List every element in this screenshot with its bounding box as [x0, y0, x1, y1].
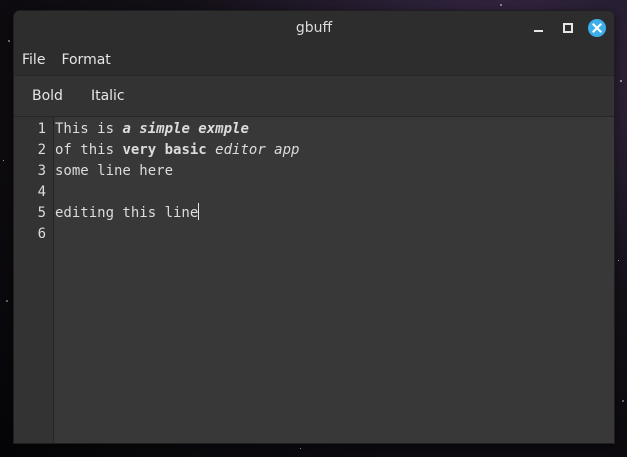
text-line[interactable]	[55, 182, 614, 203]
app-window: gbuff File Format Bold Italic 1 2 3 4 5 6 Thi…	[14, 11, 614, 443]
bold-button[interactable]: Bold	[24, 88, 71, 104]
text-run: some line here	[55, 163, 174, 179]
text-run: editor app	[215, 142, 300, 158]
text-cursor	[198, 203, 200, 220]
line-number: 1	[37, 121, 46, 137]
text-run: of this	[55, 142, 123, 158]
text-run: a simple exmple	[122, 121, 249, 137]
text-run: editing this line	[55, 205, 199, 221]
toolbar: Bold Italic	[14, 75, 614, 117]
line-number-gutter: 1 2 3 4 5 6	[14, 117, 54, 443]
minimize-icon[interactable]	[530, 19, 548, 37]
text-line[interactable]: some line here	[55, 161, 614, 182]
line-number: 4	[37, 184, 46, 200]
text-run: This is	[55, 121, 123, 137]
line-number: 2	[37, 142, 46, 158]
close-icon[interactable]	[588, 19, 606, 37]
maximize-icon[interactable]	[559, 19, 577, 37]
line-number: 6	[37, 226, 46, 242]
editor[interactable]: 123456 This is a simple exmple of this ve…	[14, 117, 614, 443]
text-line[interactable]: of this very basic editor app	[55, 140, 614, 161]
text-line[interactable]: editing this line	[55, 203, 614, 224]
window-title: gbuff	[295, 20, 333, 36]
menubar: File Format	[14, 45, 614, 75]
menu-file[interactable]: File	[22, 52, 45, 68]
text-area[interactable]: This is a simple exmple of this very basi…	[55, 119, 614, 245]
text-run: very basic	[122, 142, 207, 158]
text-line[interactable]	[55, 224, 614, 245]
titlebar[interactable]: gbuff	[14, 11, 614, 45]
line-number: 3	[37, 163, 46, 179]
menu-format[interactable]: Format	[61, 52, 110, 68]
italic-button[interactable]: Italic	[83, 88, 133, 104]
text-line[interactable]: This is a simple exmple	[55, 119, 614, 140]
line-number: 5	[37, 205, 46, 221]
text-run	[207, 142, 215, 158]
